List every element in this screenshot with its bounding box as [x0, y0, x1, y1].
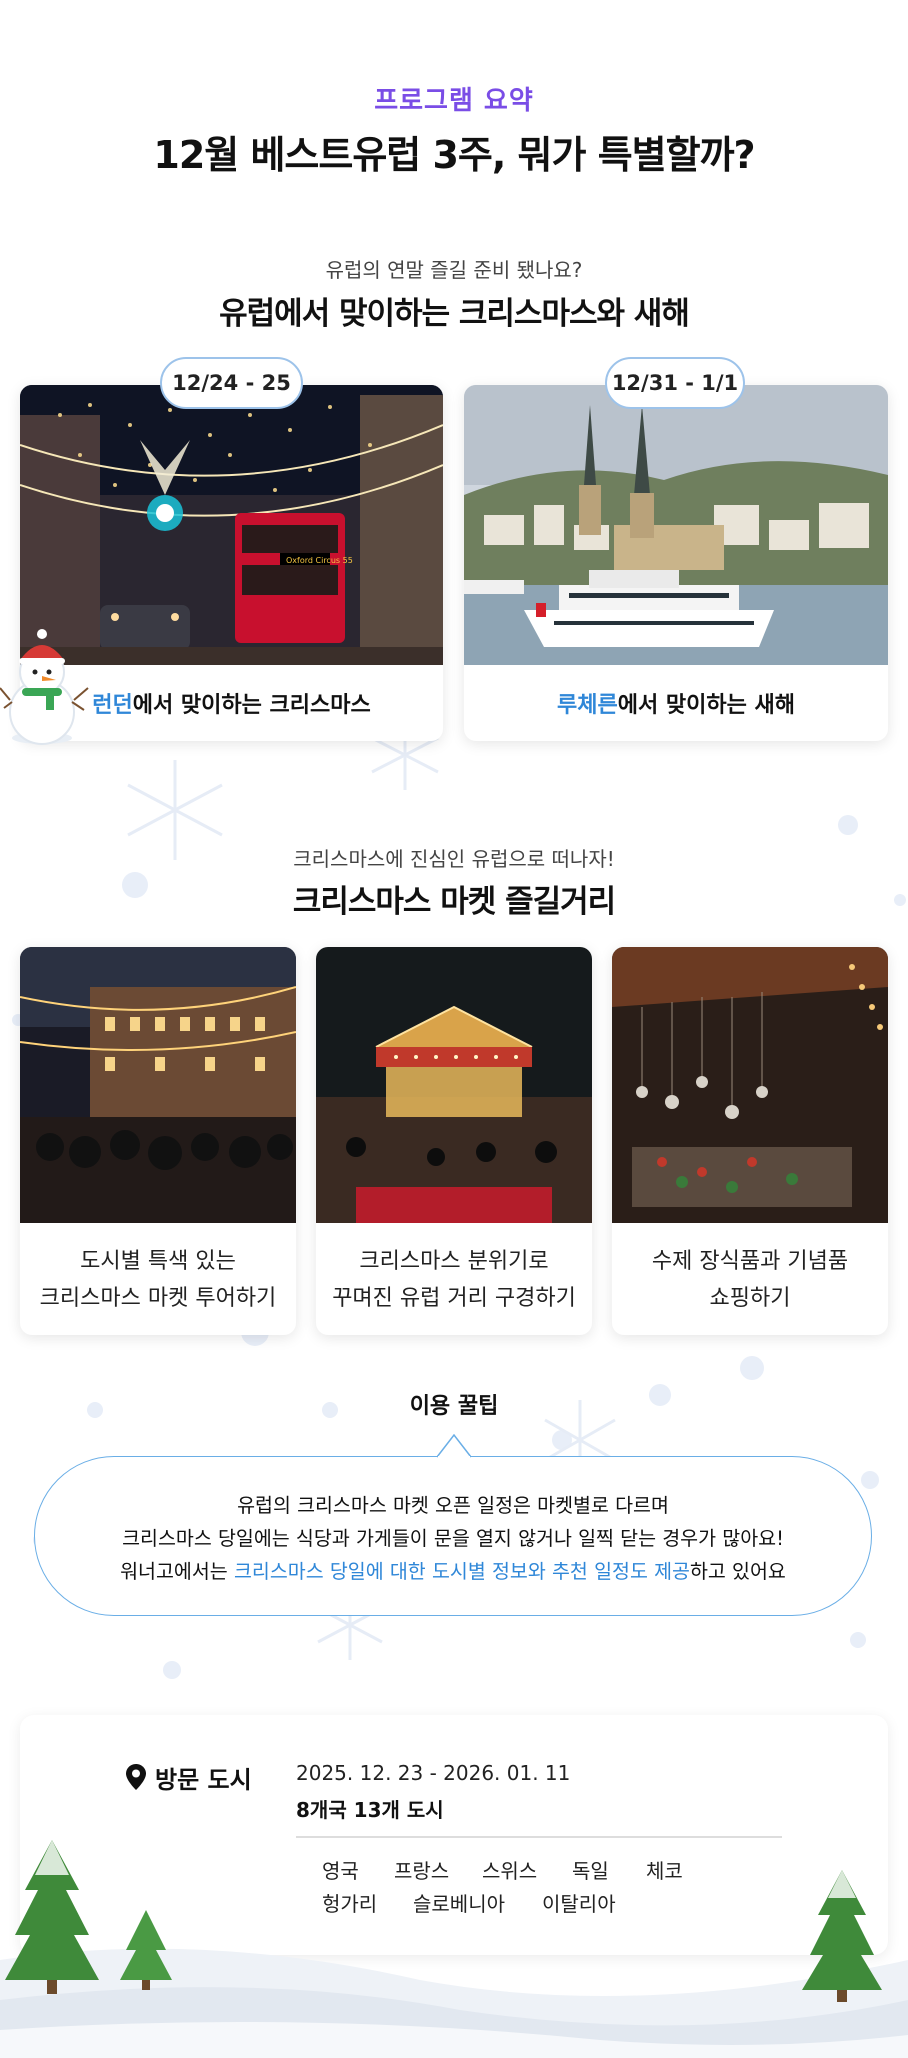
markets-title: 크리스마스 마켓 즐길거리 — [292, 884, 616, 920]
pine-tree-left — [5, 1840, 99, 1994]
section-eyebrow: 프로그램 요약 — [374, 86, 534, 116]
ornaments-photo — [612, 947, 888, 1223]
visit-label: 방문 도시 — [155, 1766, 252, 1794]
lucerne-photo — [464, 385, 888, 665]
visit-dates: 2025. 12. 23 - 2026. 01. 11 — [296, 1761, 571, 1785]
market-card-streets[interactable]: 크리스마스 분위기로 꾸며진 유럽 거리 구경하기 — [316, 947, 592, 1335]
date-badge-christmas: 12/24 - 25 — [160, 357, 303, 409]
market-card-shopping[interactable]: 수제 장식품과 기념품 쇼핑하기 — [612, 947, 888, 1335]
visit-country-count: 8개국 13개 도시 — [296, 1798, 444, 1822]
snowman-icon — [0, 629, 89, 745]
svg-text:Oxford Circus 55: Oxford Circus 55 — [286, 556, 353, 565]
visit-divider — [296, 1836, 782, 1838]
markets-subtitle: 크리스마스에 진심인 유럽으로 떠나자! — [293, 847, 615, 871]
location-pin-icon — [126, 1764, 146, 1790]
carousel-photo — [316, 947, 592, 1223]
market-caption-tour: 도시별 특색 있는 크리스마스 마켓 투어하기 — [39, 1249, 277, 1311]
holidays-title: 유럽에서 맞이하는 크리스마스와 새해 — [219, 296, 690, 332]
tip-line-1: 유럽의 크리스마스 마켓 오픈 일정은 마켓별로 다르며 — [237, 1494, 669, 1517]
holiday-caption-lucerne: 루체른에서 맞이하는 새해 — [557, 693, 795, 718]
date-badge-newyear: 12/31 - 1/1 — [605, 357, 745, 409]
tip-bubble-arrow — [437, 1434, 471, 1458]
holidays-subtitle: 유럽의 연말 즐길 준비 됐나요? — [325, 258, 583, 282]
tip-highlight: 크리스마스 당일에 대한 도시별 정보와 추천 일정도 제공 — [233, 1560, 690, 1583]
page-title: 12월 베스트유럽 3주, 뭐가 특별할까? — [153, 133, 755, 177]
pine-tree-small — [120, 1910, 172, 1990]
market-tour-photo — [20, 947, 296, 1223]
market-caption-shopping: 수제 장식품과 기념품 쇼핑하기 — [651, 1249, 849, 1311]
holiday-card-lucerne[interactable]: 루체른에서 맞이하는 새해 — [464, 385, 888, 741]
snowy-trees-illustration — [0, 1840, 908, 2058]
pine-tree-right — [802, 1870, 882, 2002]
market-caption-streets: 크리스마스 분위기로 꾸며진 유럽 거리 구경하기 — [332, 1249, 576, 1311]
tip-label: 이용 꿀팁 — [409, 1394, 499, 1419]
tip-line-3: 워너고에서는 크리스마스 당일에 대한 도시별 정보와 추천 일정도 제공하고 … — [120, 1560, 786, 1583]
market-card-tour[interactable]: 도시별 특색 있는 크리스마스 마켓 투어하기 — [20, 947, 296, 1335]
tip-line-2: 크리스마스 당일에는 식당과 가게들이 문을 열지 않거나 일찍 닫는 경우가 … — [122, 1527, 784, 1550]
